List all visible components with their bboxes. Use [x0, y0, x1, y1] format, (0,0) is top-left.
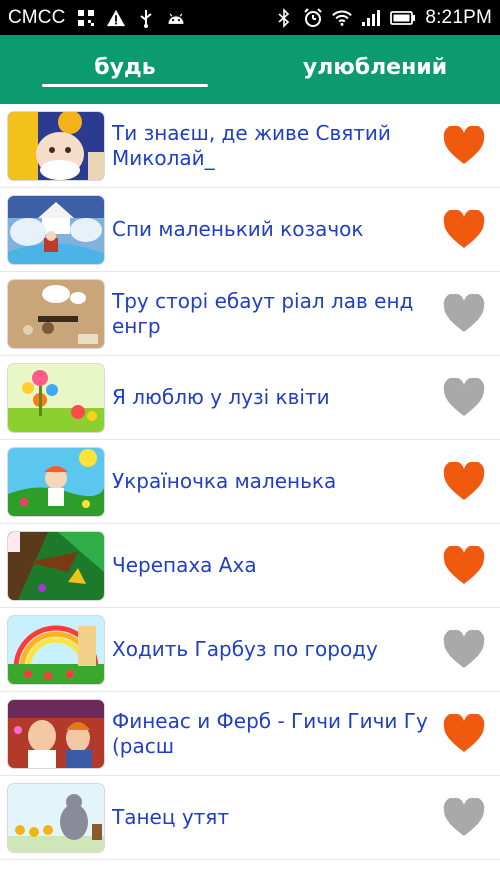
tab-bar: будь улюблений [0, 35, 500, 104]
favorite-heart-icon[interactable] [442, 460, 486, 504]
video-thumbnail [8, 279, 104, 348]
item-title: Финеас и Ферб - Гичи Гичи Гу (расш [112, 708, 428, 758]
signal-icon [361, 8, 381, 28]
favorite-heart-icon[interactable] [442, 208, 486, 252]
usb-icon [136, 8, 156, 28]
item-title: Ти знаєш, де живе Святий Миколай_ [112, 120, 391, 170]
favorite-heart-icon[interactable] [442, 712, 486, 756]
video-thumbnail [8, 363, 104, 432]
item-title: Я люблю у лузі квіти [112, 385, 330, 409]
list-item[interactable]: Финеас и Ферб - Гичи Гичи Гу (расш [0, 692, 500, 776]
battery-icon [390, 8, 416, 28]
video-thumbnail [8, 447, 104, 516]
wifi-icon [332, 8, 353, 28]
list-item[interactable]: Ходить Гарбуз по городу [0, 608, 500, 692]
favorite-heart-icon[interactable] [442, 292, 486, 336]
video-thumbnail [8, 783, 104, 852]
video-thumbnail [8, 111, 104, 180]
item-title: Черепаха Аха [112, 553, 257, 577]
list-item[interactable]: Україночка маленька [0, 440, 500, 524]
status-bar: СМСС 8:21PM [0, 0, 500, 35]
video-thumbnail [8, 195, 104, 264]
item-title: Тру сторі ебаут ріал лав енд енгр [112, 288, 414, 338]
favorite-heart-icon[interactable] [442, 544, 486, 588]
item-title: Танец утят [112, 805, 229, 829]
song-list: Ти знаєш, де живе Святий Миколай_ Спи ма… [0, 104, 500, 860]
qr-code-icon [76, 8, 96, 28]
favorite-heart-icon[interactable] [442, 124, 486, 168]
video-thumbnail [8, 699, 104, 768]
bluetooth-icon [274, 7, 294, 28]
tab-favorites[interactable]: улюблений [250, 35, 500, 104]
tab-all[interactable]: будь [0, 35, 250, 104]
list-item[interactable]: Черепаха Аха [0, 524, 500, 608]
carrier-name: СМСС [8, 6, 66, 28]
tab-favorites-label: улюблений [302, 55, 448, 80]
clock: 8:21PM [425, 6, 492, 28]
list-item[interactable]: Я люблю у лузі квіти [0, 356, 500, 440]
video-thumbnail [8, 615, 104, 684]
android-icon [166, 8, 186, 28]
favorite-heart-icon[interactable] [442, 628, 486, 672]
list-item[interactable]: Танец утят [0, 776, 500, 860]
list-item[interactable]: Ти знаєш, де живе Святий Миколай_ [0, 104, 500, 188]
alarm-icon [303, 7, 323, 28]
list-item[interactable]: Тру сторі ебаут ріал лав енд енгр [0, 272, 500, 356]
list-item[interactable]: Спи маленький козачок [0, 188, 500, 272]
warning-icon [106, 8, 126, 28]
favorite-heart-icon[interactable] [442, 376, 486, 420]
item-title: Ходить Гарбуз по городу [112, 637, 378, 661]
video-thumbnail [8, 531, 104, 600]
tab-all-label: будь [94, 55, 156, 80]
item-title: Спи маленький козачок [112, 217, 364, 241]
item-title: Україночка маленька [112, 469, 337, 493]
favorite-heart-icon[interactable] [442, 796, 486, 840]
